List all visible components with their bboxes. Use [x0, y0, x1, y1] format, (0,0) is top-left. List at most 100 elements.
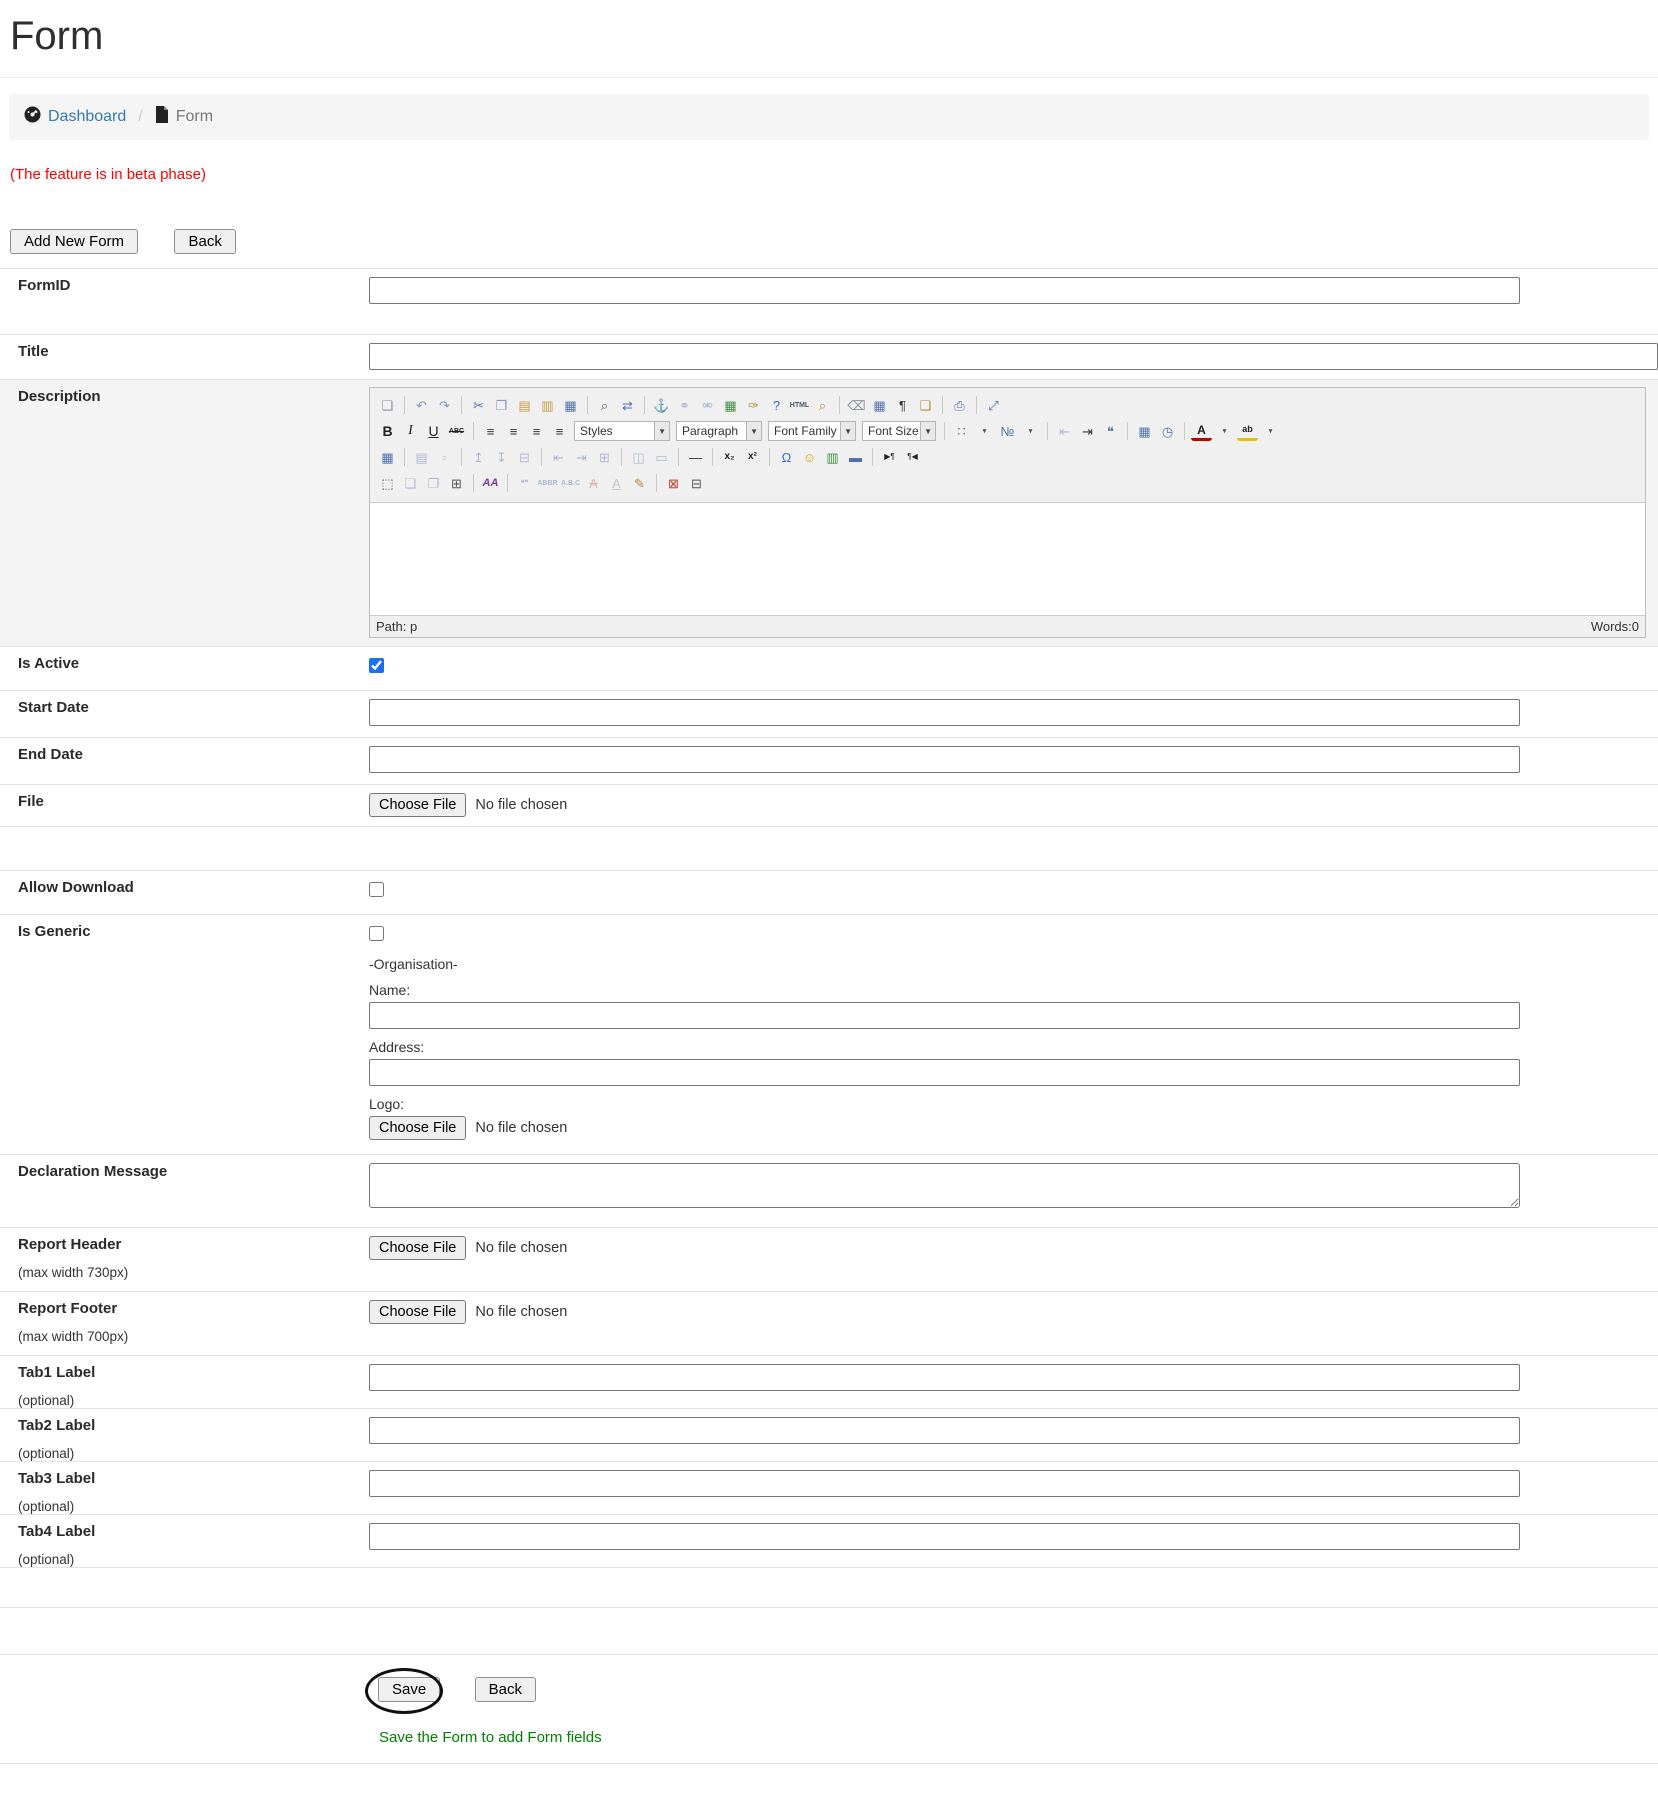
- style-props-icon[interactable]: AA: [480, 473, 501, 493]
- selection-frame-icon[interactable]: ⬚: [377, 473, 398, 493]
- ltr-icon[interactable]: ▶¶: [879, 447, 900, 467]
- toolbar-separator: [644, 396, 645, 414]
- paragraph-select-label: Paragraph: [682, 424, 738, 438]
- is-generic-checkbox[interactable]: [369, 926, 384, 941]
- form-id-input[interactable]: [369, 277, 1520, 304]
- cleanup-icon[interactable]: ✑: [743, 395, 764, 415]
- text-color-icon[interactable]: A: [1191, 421, 1212, 441]
- save-button[interactable]: Save: [378, 1677, 440, 1702]
- is-active-checkbox[interactable]: [369, 658, 384, 673]
- table-props-icon[interactable]: ▦: [377, 447, 398, 467]
- image-icon[interactable]: ▦: [720, 395, 741, 415]
- bullet-list-icon[interactable]: ∷: [951, 421, 972, 441]
- numbered-list-menu-icon[interactable]: ▾: [1020, 421, 1041, 441]
- insert-time-icon[interactable]: ◷: [1157, 421, 1178, 441]
- preview-page-icon[interactable]: ❏: [915, 395, 936, 415]
- editor-path: Path: p: [376, 619, 417, 634]
- cite-icon: ❝❞: [514, 473, 535, 493]
- editor-content[interactable]: [370, 502, 1645, 615]
- align-justify-icon[interactable]: ≡: [549, 421, 570, 441]
- tab4-label-input[interactable]: [369, 1523, 1520, 1550]
- back-button-top[interactable]: Back: [174, 229, 235, 254]
- insert-table-icon[interactable]: ▦: [869, 395, 890, 415]
- find-replace-icon[interactable]: ⇄: [617, 395, 638, 415]
- media-icon[interactable]: ▥: [822, 447, 843, 467]
- page-break-icon[interactable]: ⊟: [686, 473, 707, 493]
- organisation-address-input[interactable]: [369, 1059, 1520, 1086]
- background-color-menu-icon[interactable]: ▾: [1260, 421, 1281, 441]
- organisation-name-input[interactable]: [369, 1002, 1520, 1029]
- new-document-icon[interactable]: ❏: [377, 395, 398, 415]
- italic-icon[interactable]: I: [400, 421, 421, 441]
- special-char-icon[interactable]: Ω: [776, 447, 797, 467]
- superscript-icon[interactable]: x²: [742, 447, 763, 467]
- start-date-input[interactable]: [369, 699, 1520, 726]
- rtl-icon[interactable]: ¶◀: [902, 447, 923, 467]
- font-size-select[interactable]: Font Size▼: [862, 421, 936, 441]
- redo-icon[interactable]: ↷: [434, 395, 455, 415]
- align-center-icon[interactable]: ≡: [503, 421, 524, 441]
- copy-icon[interactable]: ❐: [491, 395, 512, 415]
- blockquote-icon[interactable]: ❝: [1100, 421, 1121, 441]
- font-family-select[interactable]: Font Family▼: [768, 421, 856, 441]
- insert-row-before-icon: ↥: [468, 447, 489, 467]
- background-color-icon[interactable]: ab: [1237, 421, 1258, 441]
- add-new-form-button[interactable]: Add New Form: [10, 229, 138, 254]
- cut-icon[interactable]: ✂: [468, 395, 489, 415]
- underline-icon[interactable]: U: [423, 421, 444, 441]
- report-header-choose-file-button[interactable]: Choose File: [369, 1236, 466, 1260]
- find-icon[interactable]: ⌕: [594, 395, 615, 415]
- acronym-icon: A.B.C: [560, 473, 581, 493]
- nonbreaking-icon[interactable]: ⊠: [663, 473, 684, 493]
- header-divider: [0, 77, 1658, 78]
- anchor-icon[interactable]: ⚓: [651, 395, 672, 415]
- allow-download-checkbox[interactable]: [369, 882, 384, 897]
- help-icon[interactable]: ?: [766, 395, 787, 415]
- title-input[interactable]: [369, 343, 1658, 370]
- paste-from-word-icon[interactable]: ▦: [560, 395, 581, 415]
- choose-file-button[interactable]: Choose File: [369, 793, 466, 817]
- insert-date-icon[interactable]: ▦: [1134, 421, 1155, 441]
- declaration-textarea[interactable]: [369, 1163, 1520, 1208]
- subscript-icon[interactable]: x₂: [719, 447, 740, 467]
- report-footer-choose-file-button[interactable]: Choose File: [369, 1300, 466, 1324]
- report-footer-file-status: No file chosen: [475, 1304, 567, 1320]
- text-color-menu-icon[interactable]: ▾: [1214, 421, 1235, 441]
- row-description: Description ❏↶↷✂❐▤▥▦⌕⇄⚓⚭⚮▦✑?HTML⌕⌫▦¶❏⎙⤢B…: [0, 379, 1658, 646]
- bold-icon[interactable]: B: [377, 421, 398, 441]
- logo-choose-file-button[interactable]: Choose File: [369, 1116, 466, 1140]
- paste-icon[interactable]: ▤: [514, 395, 535, 415]
- styles-select[interactable]: Styles▼: [574, 421, 670, 441]
- row-title: Title: [0, 334, 1658, 379]
- bullet-list-menu-icon[interactable]: ▾: [974, 421, 995, 441]
- undo-icon[interactable]: ↶: [411, 395, 432, 415]
- insert-layer-icon[interactable]: ⊞: [446, 473, 467, 493]
- align-left-icon[interactable]: ≡: [480, 421, 501, 441]
- tab3-label-input[interactable]: [369, 1470, 1520, 1497]
- advanced-hr-icon[interactable]: ▬: [845, 447, 866, 467]
- tab2-label-input[interactable]: [369, 1417, 1520, 1444]
- horizontal-rule-icon[interactable]: —: [685, 447, 706, 467]
- visual-chars-icon[interactable]: ¶: [892, 395, 913, 415]
- print-icon[interactable]: ⎙: [949, 395, 970, 415]
- tab1-label-input[interactable]: [369, 1364, 1520, 1391]
- paragraph-select[interactable]: Paragraph▼: [676, 421, 762, 441]
- back-button-bottom[interactable]: Back: [475, 1677, 536, 1702]
- indent-icon[interactable]: ⇥: [1077, 421, 1098, 441]
- remove-format-icon[interactable]: ⌫: [846, 395, 867, 415]
- numbered-list-icon[interactable]: №: [997, 421, 1018, 441]
- end-date-input[interactable]: [369, 746, 1520, 773]
- paste-as-text-icon[interactable]: ▥: [537, 395, 558, 415]
- fullscreen-icon[interactable]: ⤢: [983, 395, 1004, 415]
- preview-html-icon[interactable]: ⌕: [812, 395, 833, 415]
- emoticons-icon[interactable]: ☺: [799, 447, 820, 467]
- attributes-icon[interactable]: ✎: [629, 473, 650, 493]
- styles-select-label: Styles: [580, 424, 613, 438]
- strikethrough-icon[interactable]: ABC: [446, 421, 467, 441]
- align-right-icon[interactable]: ≡: [526, 421, 547, 441]
- html-source-icon[interactable]: HTML: [789, 395, 810, 415]
- form-id-label: FormID: [18, 277, 71, 294]
- breadcrumb-dashboard-link[interactable]: Dashboard: [48, 108, 126, 126]
- start-date-label: Start Date: [18, 699, 89, 716]
- delete-col-icon: ⊞: [594, 447, 615, 467]
